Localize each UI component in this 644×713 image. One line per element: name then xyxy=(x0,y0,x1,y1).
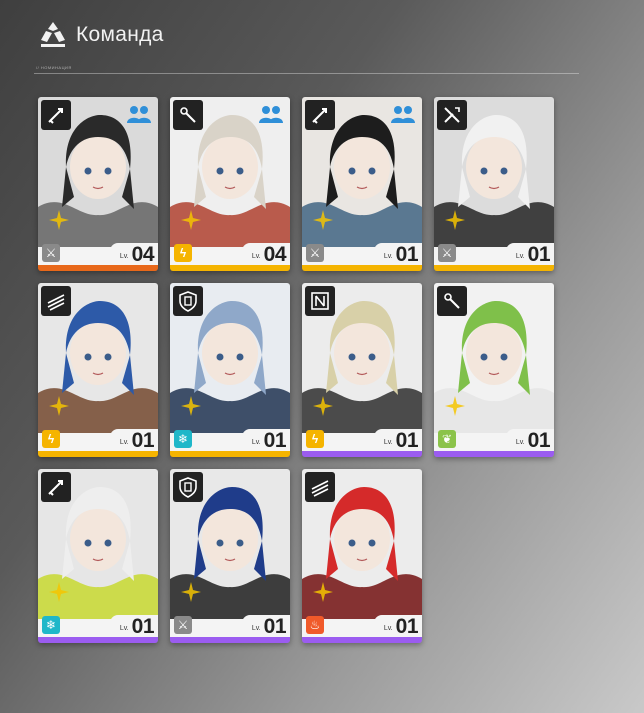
operator-card[interactable]: Lv. 04 ϟ xyxy=(170,97,290,271)
rarity-bar xyxy=(170,637,290,643)
rarity-spark-icon xyxy=(445,210,465,230)
cryo-element-icon: ❄ xyxy=(42,616,60,634)
level-value: 01 xyxy=(263,615,287,638)
level-box: Lv. 01 xyxy=(242,615,290,637)
level-box: Lv. 01 xyxy=(242,429,290,451)
level-prefix: Lv. xyxy=(515,253,525,260)
level-value: 01 xyxy=(131,429,155,452)
operator-card[interactable]: Lv. 01 ❄ xyxy=(38,469,158,643)
rarity-spark-icon xyxy=(313,396,333,416)
physical-element-icon: ⚔ xyxy=(438,244,456,262)
operator-card[interactable]: Lv. 01 ♨ xyxy=(302,469,422,643)
team-member-icon xyxy=(127,106,151,123)
level-value: 04 xyxy=(131,243,155,266)
level-box: Lv. 01 xyxy=(110,615,158,637)
team-member-icon xyxy=(391,106,415,123)
rarity-bar xyxy=(170,451,290,457)
operator-card[interactable]: Lv. 04 ⚔ xyxy=(38,97,158,271)
operator-card[interactable]: Lv. 01 ❦ xyxy=(434,283,554,457)
physical-element-icon: ⚔ xyxy=(42,244,60,262)
physical-element-icon: ⚔ xyxy=(174,616,192,634)
defender-icon xyxy=(173,472,203,502)
page-header: Команда xyxy=(38,20,164,50)
rarity-bar xyxy=(302,637,422,643)
caster-icon xyxy=(173,100,203,130)
electric-element-icon: ϟ xyxy=(42,430,60,448)
level-value: 01 xyxy=(527,429,551,452)
rarity-spark-icon xyxy=(181,582,201,602)
operator-card[interactable]: Lv. 01 ⚔ xyxy=(170,469,290,643)
team-logo-icon xyxy=(41,22,65,47)
level-prefix: Lv. xyxy=(383,625,393,632)
level-box: Lv. 01 xyxy=(374,615,422,637)
level-prefix: Lv. xyxy=(383,439,393,446)
operator-card[interactable]: Lv. 01 ⚔ xyxy=(302,97,422,271)
rarity-spark-icon xyxy=(313,582,333,602)
level-prefix: Lv. xyxy=(251,439,261,446)
electric-element-icon: ϟ xyxy=(174,244,192,262)
level-prefix: Lv. xyxy=(251,253,261,260)
level-value: 04 xyxy=(263,243,287,266)
level-value: 01 xyxy=(395,615,419,638)
level-box: Lv. 04 xyxy=(110,243,158,265)
striker-icon xyxy=(41,286,71,316)
level-value: 01 xyxy=(395,429,419,452)
rarity-bar xyxy=(434,265,554,271)
operator-card[interactable]: Lv. 01 ϟ xyxy=(38,283,158,457)
nature-element-icon: ❦ xyxy=(438,430,456,448)
level-prefix: Lv. xyxy=(119,625,129,632)
level-prefix: Lv. xyxy=(251,625,261,632)
operator-card[interactable]: Lv. 01 ϟ xyxy=(302,283,422,457)
defender-icon xyxy=(173,286,203,316)
physical-element-icon: ⚔ xyxy=(306,244,324,262)
page-title: Команда xyxy=(76,23,164,46)
caster-icon xyxy=(437,286,467,316)
electric-element-icon: ϟ xyxy=(306,430,324,448)
supporter-icon xyxy=(305,286,335,316)
cryo-element-icon: ❄ xyxy=(174,430,192,448)
level-value: 01 xyxy=(131,615,155,638)
rarity-bar xyxy=(170,265,290,271)
striker-icon xyxy=(305,472,335,502)
rarity-spark-icon xyxy=(49,582,69,602)
level-value: 01 xyxy=(395,243,419,266)
level-prefix: Lv. xyxy=(119,253,129,260)
rarity-spark-icon xyxy=(445,396,465,416)
rarity-bar xyxy=(38,265,158,271)
page-subtitle: // НОМИНАЦИЯ xyxy=(36,65,72,70)
level-value: 01 xyxy=(527,243,551,266)
rarity-spark-icon xyxy=(313,210,333,230)
team-member-icon xyxy=(259,106,283,123)
level-box: Lv. 01 xyxy=(506,429,554,451)
rarity-spark-icon xyxy=(49,396,69,416)
heat-element-icon: ♨ xyxy=(306,616,324,634)
rarity-bar xyxy=(302,265,422,271)
level-box: Lv. 01 xyxy=(374,429,422,451)
guard-icon xyxy=(41,100,71,130)
level-prefix: Lv. xyxy=(119,439,129,446)
level-prefix: Lv. xyxy=(515,439,525,446)
rarity-spark-icon xyxy=(49,210,69,230)
guard-icon xyxy=(41,472,71,502)
rarity-spark-icon xyxy=(181,396,201,416)
vanguard-icon xyxy=(437,100,467,130)
rarity-bar xyxy=(38,451,158,457)
level-box: Lv. 01 xyxy=(110,429,158,451)
rarity-spark-icon xyxy=(181,210,201,230)
level-box: Lv. 04 xyxy=(242,243,290,265)
level-box: Lv. 01 xyxy=(506,243,554,265)
level-value: 01 xyxy=(263,429,287,452)
operator-card[interactable]: Lv. 01 ⚔ xyxy=(434,97,554,271)
level-prefix: Lv. xyxy=(383,253,393,260)
rarity-bar xyxy=(302,451,422,457)
header-divider xyxy=(34,73,579,74)
level-box: Lv. 01 xyxy=(374,243,422,265)
rarity-bar xyxy=(434,451,554,457)
rarity-bar xyxy=(38,637,158,643)
guard-icon xyxy=(305,100,335,130)
operator-card[interactable]: Lv. 01 ❄ xyxy=(170,283,290,457)
